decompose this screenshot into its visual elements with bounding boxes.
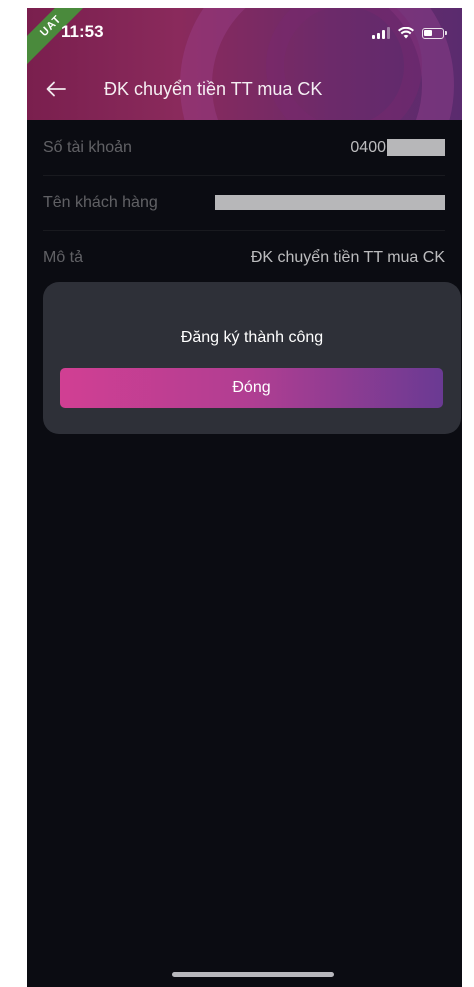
- status-bar: UAT 11:53: [27, 8, 462, 69]
- dialog-message: Đăng ký thành công: [180, 329, 324, 346]
- redaction-mask: [387, 139, 445, 157]
- page-title: ĐK chuyển tiền TT mua CK: [104, 79, 323, 99]
- nav-bar: ĐK chuyển tiền TT mua CK: [27, 68, 462, 108]
- success-dialog: Đăng ký thành công Đóng: [43, 282, 461, 434]
- back-button[interactable]: [41, 74, 71, 104]
- detail-label: Mô tả: [43, 249, 84, 266]
- status-time: 11:53: [61, 22, 104, 41]
- app-screen: UAT 11:53 ĐK chuyển tiền TT mua CK Số tà…: [27, 8, 462, 987]
- detail-label: Tên khách hàng: [43, 194, 158, 211]
- arrow-left-icon: [46, 81, 66, 97]
- close-button[interactable]: Đóng: [60, 368, 443, 408]
- battery-icon: [422, 27, 447, 39]
- wifi-icon: [398, 27, 414, 39]
- detail-value: [215, 194, 445, 212]
- signal-icon: [372, 27, 390, 39]
- detail-row-description: Mô tả ĐK chuyển tiền TT mua CK: [43, 230, 445, 285]
- home-indicator[interactable]: [172, 972, 334, 977]
- redaction-mask: [215, 195, 445, 211]
- detail-label: Số tài khoản: [43, 139, 132, 156]
- header: UAT 11:53 ĐK chuyển tiền TT mua CK: [27, 8, 462, 120]
- detail-row-customer-name: Tên khách hàng: [43, 175, 445, 231]
- account-number-partial: 0400: [350, 139, 386, 156]
- detail-row-account-number: Số tài khoản 0400: [43, 120, 445, 176]
- status-icons: [372, 26, 447, 40]
- detail-value: ĐK chuyển tiền TT mua CK: [250, 249, 445, 266]
- detail-value: 0400: [350, 139, 445, 157]
